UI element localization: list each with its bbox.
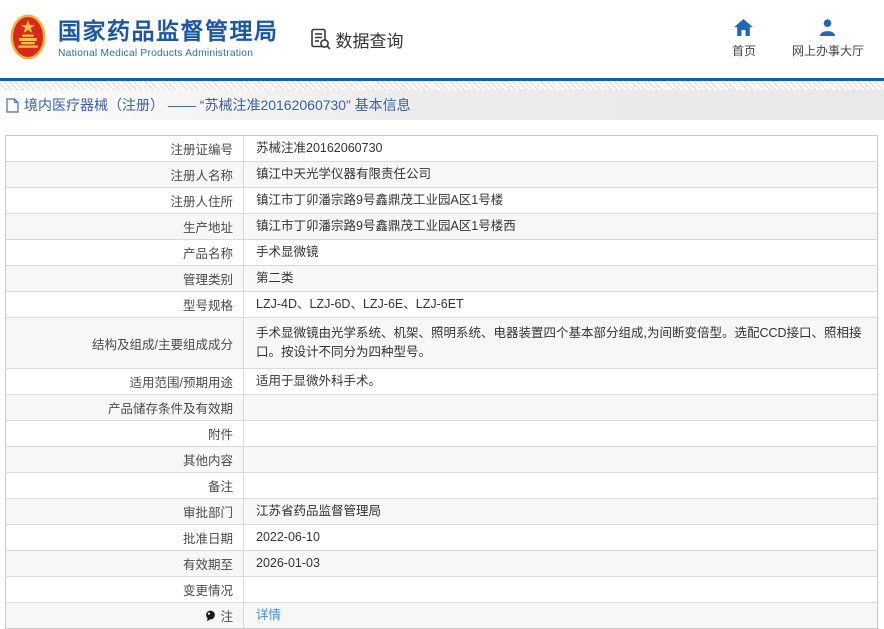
table-row: 结构及组成/主要组成成分 手术显微镜由光学系统、机架、照明系统、电器装置四个基本部… (6, 318, 877, 369)
detail-link[interactable]: 详情 (256, 608, 281, 622)
agency-name: 国家药品监督管理局 (58, 18, 279, 45)
table-row: 型号规格 LZJ-4D、LZJ-6D、LZJ-6E、LZJ-6ET (6, 292, 877, 318)
row-label: 注册证编号 (6, 136, 244, 161)
nav-hall-label: 网上办事大厅 (791, 44, 864, 58)
nav-home[interactable]: 首页 (732, 19, 756, 59)
table-row: 产品名称 手术显微镜 (6, 240, 877, 266)
table-row: 产品储存条件及有效期 (6, 395, 877, 421)
row-value: 江苏省药品监督管理局 (256, 504, 382, 519)
row-label: 有效期至 (6, 551, 244, 576)
row-value: 适用于显微外科手术。 (256, 374, 382, 389)
table-row: 批准日期 2022-06-10 (6, 525, 877, 551)
agency-title-block: 国家药品监督管理局 National Medical Products Admi… (58, 18, 279, 59)
row-label: 产品名称 (6, 240, 244, 265)
row-label: 其他内容 (6, 447, 244, 472)
page-header: 国家药品监督管理局 National Medical Products Admi… (0, 0, 884, 78)
table-row: 注册证编号 苏械注准20162060730 (6, 136, 877, 162)
row-value (244, 447, 877, 472)
nav-home-label: 首页 (731, 44, 756, 58)
row-label: 备注 (6, 473, 244, 498)
row-label: 适用范围/预期用途 (6, 369, 244, 394)
row-value: 手术显微镜 (256, 245, 319, 260)
row-value: 镇江市丁卯潘宗路9号鑫鼎茂工业园A区1号楼西 (256, 219, 516, 234)
data-query-label: 数据查询 (335, 31, 404, 51)
table-row: 适用范围/预期用途 适用于显微外科手术。 (6, 369, 877, 395)
row-value: 镇江中天光学仪器有限责任公司 (256, 167, 432, 182)
table-row: 管理类别 第二类 (6, 266, 877, 292)
row-value: 2026-01-03 (256, 556, 320, 571)
row-value: LZJ-4D、LZJ-6D、LZJ-6E、LZJ-6ET (256, 297, 464, 312)
person-icon (819, 19, 836, 39)
table-row: 其他内容 (6, 447, 877, 473)
row-value: 镇江市丁卯潘宗路9号鑫鼎茂工业园A区1号楼 (256, 193, 504, 208)
row-label: 结构及组成/主要组成成分 (6, 318, 244, 368)
row-label: 附件 (6, 421, 244, 446)
table-row: 附件 (6, 421, 877, 447)
table-row: 注册人名称 镇江中天光学仪器有限责任公司 (6, 162, 877, 188)
row-value (244, 421, 877, 446)
row-value: 苏械注准20162060730 (256, 141, 383, 156)
header-nav: 首页 网上办事大厅 (732, 19, 864, 59)
row-value (244, 473, 877, 498)
row-label: 注 (6, 603, 244, 628)
row-value: 第二类 (256, 271, 294, 286)
row-value: 2022-06-10 (256, 530, 320, 545)
document-icon (6, 97, 19, 113)
national-emblem-icon (10, 14, 46, 65)
table-row: 变更情况 (6, 577, 877, 603)
row-value (244, 395, 877, 420)
row-label: 审批部门 (6, 499, 244, 524)
row-label: 批准日期 (6, 525, 244, 550)
data-query-icon (309, 27, 333, 51)
row-label: 注册人住所 (6, 188, 244, 213)
table-row: 注册人住所 镇江市丁卯潘宗路9号鑫鼎茂工业园A区1号楼 (6, 188, 877, 214)
row-value (244, 577, 877, 602)
table-row: 备注 (6, 473, 877, 499)
hatch-strip (0, 81, 884, 90)
nmpa-logo[interactable]: 国家药品监督管理局 National Medical Products Admi… (0, 14, 279, 65)
table-row: 生产地址 镇江市丁卯潘宗路9号鑫鼎茂工业园A区1号楼西 (6, 214, 877, 240)
note-icon (205, 610, 217, 622)
row-label: 生产地址 (6, 214, 244, 239)
row-value: 手术显微镜由光学系统、机架、照明系统、电器装置四个基本部分组成,为间断变倍型。选… (256, 326, 862, 359)
breadcrumb: 境内医疗器械（注册） —— “苏械注准20162060730” 基本信息 (0, 90, 884, 120)
row-label: 注册人名称 (6, 162, 244, 187)
row-label: 变更情况 (6, 577, 244, 602)
table-row: 有效期至 2026-01-03 (6, 551, 877, 577)
row-label: 型号规格 (6, 292, 244, 317)
row-label: 产品储存条件及有效期 (6, 395, 244, 420)
row-label: 管理类别 (6, 266, 244, 291)
nav-service-hall[interactable]: 网上办事大厅 (792, 19, 864, 59)
data-query-tab[interactable]: 数据查询 (309, 27, 404, 52)
table-row: 注详情 (6, 603, 877, 628)
row-value: 详情 (244, 603, 877, 628)
table-row: 审批部门 江苏省药品监督管理局 (6, 499, 877, 525)
agency-name-en: National Medical Products Administration (58, 47, 254, 59)
home-icon (734, 19, 754, 39)
info-table: 注册证编号 苏械注准20162060730 注册人名称 镇江中天光学仪器有限责任公司注… (5, 135, 878, 629)
breadcrumb-text: 境内医疗器械（注册） —— “苏械注准20162060730” 基本信息 (24, 97, 411, 113)
